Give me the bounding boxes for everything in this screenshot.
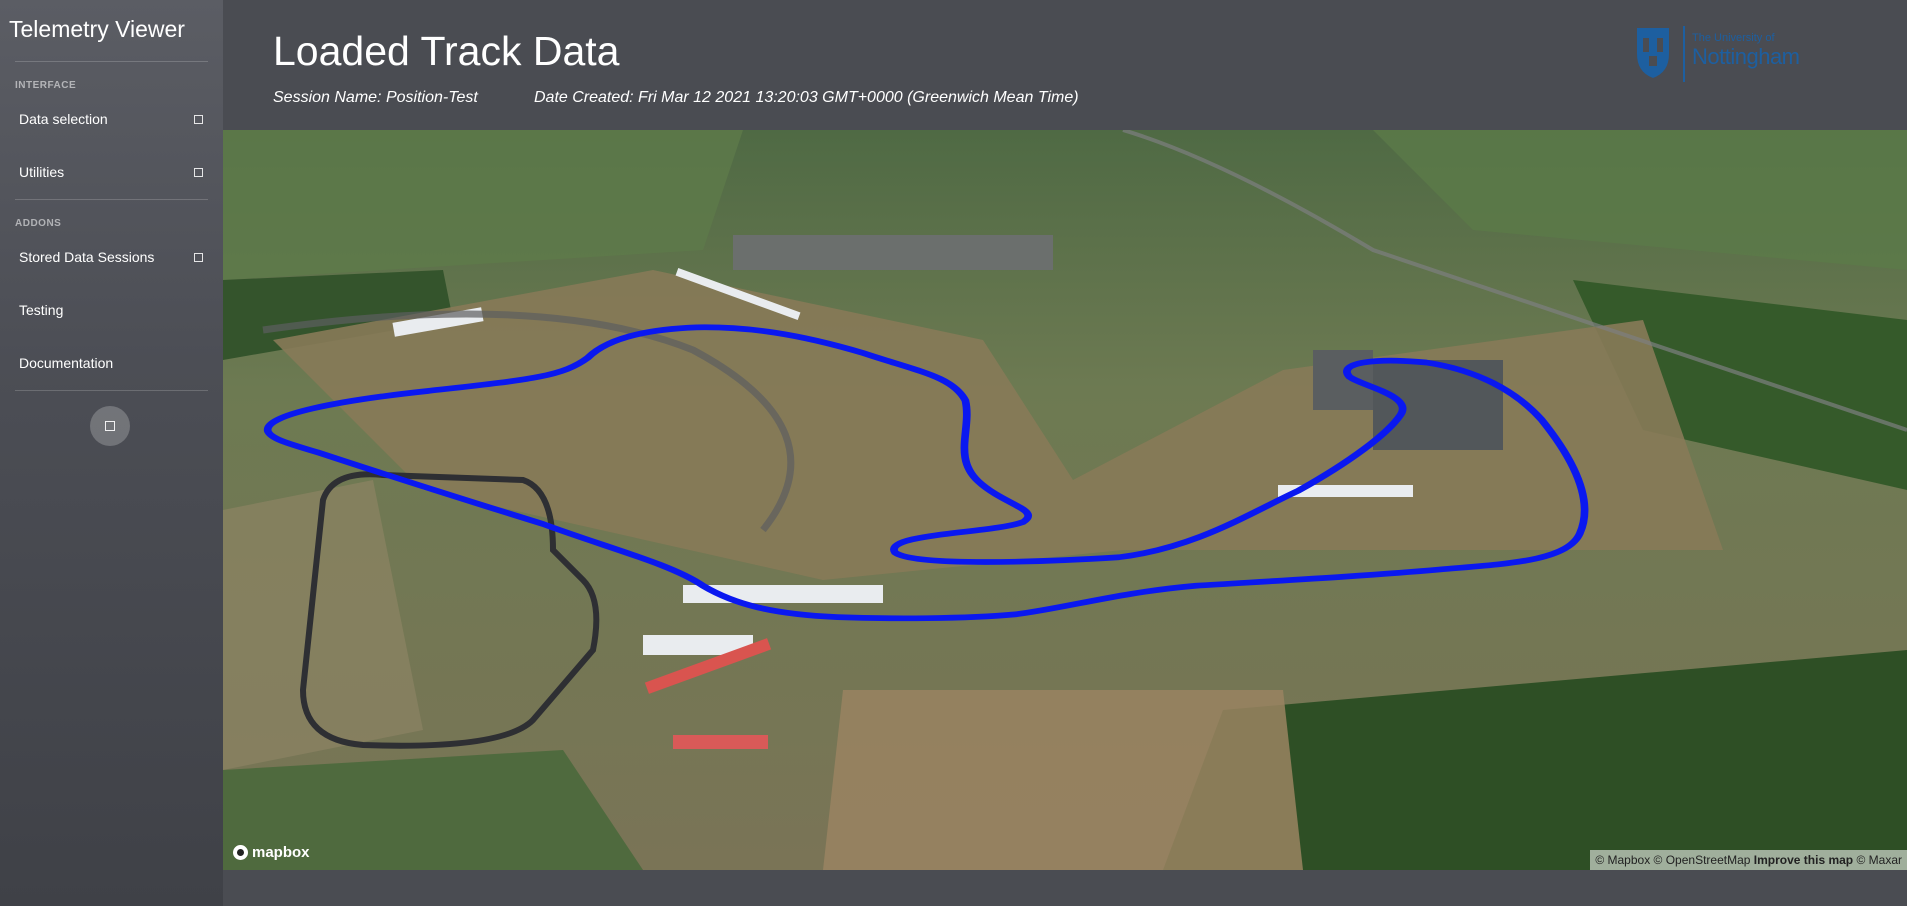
logo-divider bbox=[1683, 26, 1685, 82]
attribution-maxar-link[interactable]: © Maxar bbox=[1856, 853, 1902, 867]
expand-square-icon[interactable] bbox=[194, 115, 203, 124]
crest-icon bbox=[1637, 28, 1669, 78]
expand-square-icon[interactable] bbox=[194, 253, 203, 262]
mapbox-icon bbox=[233, 845, 248, 860]
date-created: Date Created: Fri Mar 12 2021 13:20:03 G… bbox=[534, 89, 1079, 106]
attribution-osm-link[interactable]: © OpenStreetMap bbox=[1654, 853, 1751, 867]
paddock-area bbox=[1373, 360, 1503, 450]
sidebar-item-data-selection[interactable]: Data selection bbox=[0, 101, 223, 137]
sidebar: Telemetry Viewer INTERFACE Data selectio… bbox=[0, 0, 223, 906]
square-icon bbox=[105, 421, 115, 431]
mapbox-logo-text: mapbox bbox=[252, 844, 310, 861]
logo-text-line2: Nottingham bbox=[1692, 44, 1800, 69]
sidebar-divider bbox=[15, 61, 208, 62]
section-heading-addons: ADDONS bbox=[15, 218, 62, 229]
session-name: Session Name: Position-Test bbox=[273, 89, 478, 106]
map-canvas[interactable] bbox=[223, 130, 1907, 870]
expand-square-icon[interactable] bbox=[194, 168, 203, 177]
building bbox=[1363, 485, 1413, 497]
sidebar-item-label: Stored Data Sessions bbox=[19, 249, 155, 265]
improve-map-link[interactable]: Improve this map bbox=[1754, 853, 1853, 867]
satellite-map[interactable]: mapbox © Mapbox © OpenStreetMap Improve … bbox=[223, 130, 1907, 870]
attribution-mapbox-link[interactable]: © Mapbox bbox=[1595, 853, 1650, 867]
kerb-area bbox=[673, 735, 768, 749]
sidebar-divider bbox=[15, 199, 208, 200]
sidebar-item-documentation[interactable]: Documentation bbox=[0, 345, 223, 381]
paddock-area bbox=[1313, 350, 1373, 410]
sidebar-item-label: Documentation bbox=[19, 355, 114, 371]
sidebar-item-label: Data selection bbox=[19, 111, 108, 127]
car-park bbox=[733, 235, 1053, 270]
sidebar-item-label: Testing bbox=[19, 302, 64, 318]
map-attribution: © Mapbox © OpenStreetMap Improve this ma… bbox=[1590, 850, 1907, 870]
app-title[interactable]: Telemetry Viewer bbox=[9, 16, 185, 43]
sidebar-item-utilities[interactable]: Utilities bbox=[0, 154, 223, 190]
sidebar-item-testing[interactable]: Testing bbox=[0, 292, 223, 328]
sidebar-item-label: Utilities bbox=[19, 164, 65, 180]
mapbox-logo[interactable]: mapbox bbox=[233, 844, 310, 861]
section-heading-interface: INTERFACE bbox=[15, 80, 77, 91]
page-title: Loaded Track Data bbox=[273, 28, 620, 74]
sidebar-item-stored-data-sessions[interactable]: Stored Data Sessions bbox=[0, 239, 223, 275]
field-area bbox=[823, 690, 1303, 870]
university-logo: The University of Nottingham bbox=[1633, 24, 1833, 84]
logo-text-line1: The University of bbox=[1692, 32, 1775, 44]
sidebar-toggle-button[interactable] bbox=[90, 406, 130, 446]
page-header: Loaded Track Data Session Name: Position… bbox=[223, 0, 1907, 130]
sidebar-divider bbox=[15, 390, 208, 391]
